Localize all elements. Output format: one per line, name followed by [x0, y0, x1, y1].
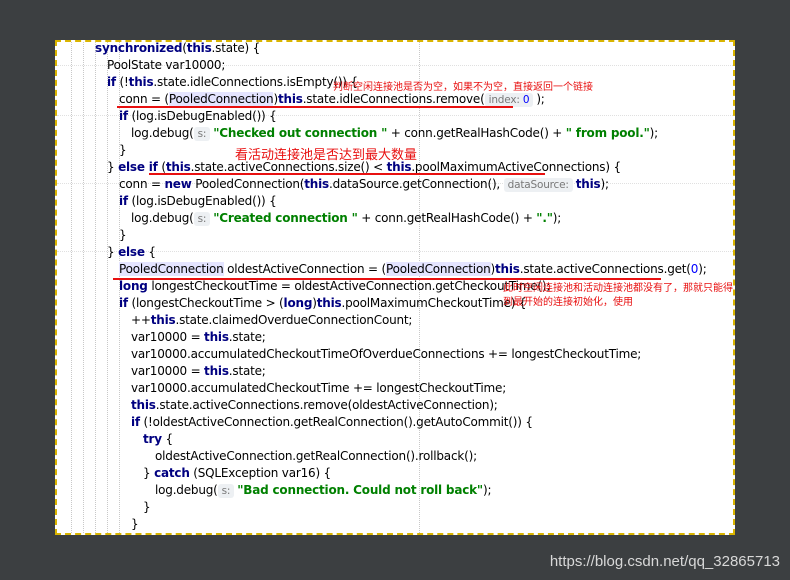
code-line-3: if (!this.state.idleConnections.isEmpty(…: [107, 75, 358, 89]
code-line-22: this.state.activeConnections.remove(olde…: [131, 398, 498, 412]
code-line-14: PooledConnection oldestActiveConnection …: [119, 262, 707, 276]
code-line-2: PoolState var10000;: [107, 58, 226, 72]
code-line-27: log.debug(s: "Bad connection. Could not r…: [155, 483, 492, 498]
code-line-7: }: [119, 143, 127, 157]
code-line-18: var10000 = this.state;: [131, 330, 266, 344]
code-line-28: }: [143, 500, 151, 514]
code-line-19: var10000.accumulatedCheckoutTimeOfOverdu…: [131, 347, 642, 361]
code-line-21: var10000.accumulatedCheckoutTime += long…: [131, 381, 507, 395]
code-line-1: synchronized(this.state) {: [95, 41, 261, 55]
code-line-6: log.debug(s: "Checked out connection " + …: [131, 126, 658, 141]
code-line-12: }: [119, 228, 127, 242]
code-line-17: ++this.state.claimedOverdueConnectionCou…: [131, 313, 413, 327]
code-line-11: log.debug(s: "Created connection " + conn…: [131, 211, 562, 226]
annotation-underline: [113, 278, 661, 280]
code-line-10: if (log.isDebugEnabled()) {: [119, 194, 277, 208]
annotation-idle-check: 判断空闲连接池是否为空，如果不为空，直接返回一个链接: [333, 82, 593, 93]
annotation-oldest-line1: 此时空闲连接池和活动连接池都没有了，那就只能得: [503, 283, 733, 294]
code-line-25: oldestActiveConnection.getRealConnection…: [155, 449, 477, 463]
code-line-24: try {: [143, 432, 173, 446]
annotation-oldest-line2: 到最开始的连接初始化，使用: [503, 297, 633, 308]
code-line-29: }: [131, 517, 139, 531]
code-line-13: } else {: [107, 245, 156, 259]
annotation-active-max: 看活动连接池是否达到最大数量: [235, 148, 418, 163]
code-line-16: if (longestCheckoutTime > (long)this.poo…: [119, 296, 527, 310]
code-editor-frame: synchronized(this.state) { PoolState var…: [55, 40, 735, 535]
row-guide: [57, 251, 733, 252]
code-line-23: if (!oldestActiveConnection.getRealConne…: [131, 415, 533, 429]
annotation-underline: [149, 173, 545, 175]
code-line-15: long longestCheckoutTime = oldestActiveC…: [119, 279, 551, 293]
code-line-5: if (log.isDebugEnabled()) {: [119, 109, 277, 123]
watermark: https://blog.csdn.net/qq_32865713: [549, 553, 780, 570]
annotation-underline: [117, 106, 513, 108]
code-line-26: } catch (SQLException var16) {: [143, 466, 331, 480]
code-line-9: conn = new PooledConnection(this.dataSou…: [119, 177, 609, 192]
code-line-20: var10000 = this.state;: [131, 364, 266, 378]
